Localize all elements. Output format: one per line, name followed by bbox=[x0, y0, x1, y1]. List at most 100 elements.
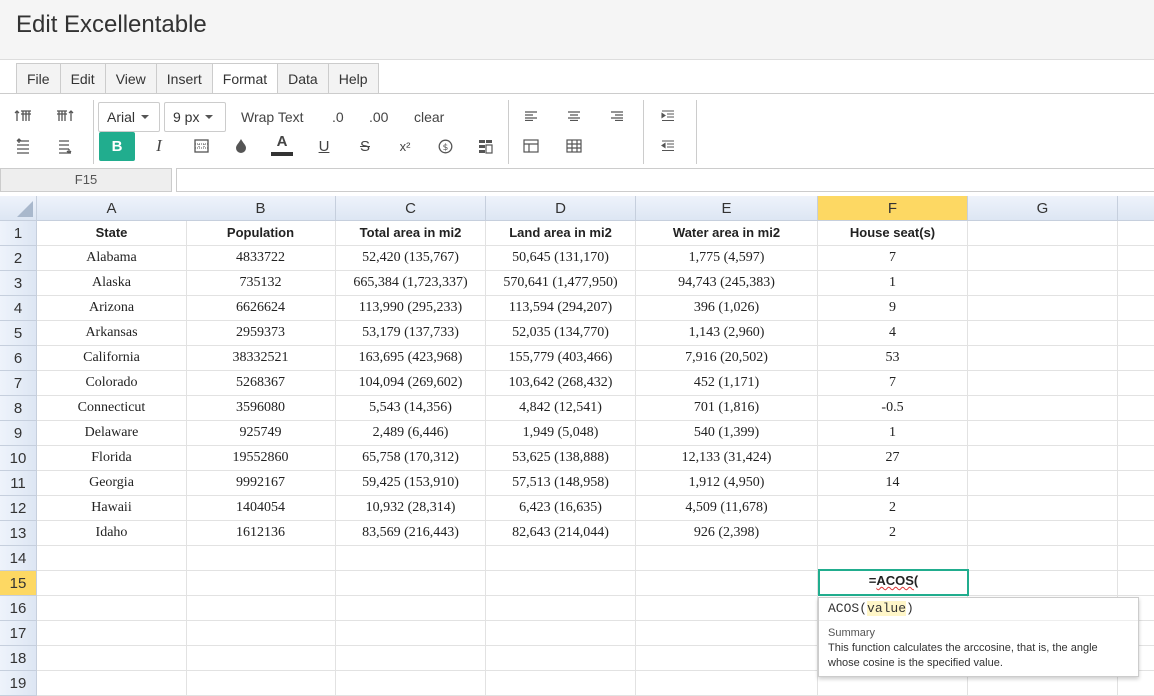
cell-d14[interactable] bbox=[486, 546, 636, 571]
superscript-button[interactable]: x² bbox=[388, 132, 422, 160]
cell-filler[interactable] bbox=[1118, 371, 1154, 396]
cell-d3[interactable]: 570,641 (1,477,950) bbox=[486, 271, 636, 296]
cell-g10[interactable] bbox=[968, 446, 1118, 471]
cell-filler[interactable] bbox=[1118, 321, 1154, 346]
cell-f9[interactable]: 1 bbox=[818, 421, 968, 446]
row-header-14[interactable]: 14 bbox=[0, 546, 37, 571]
cell-a7[interactable]: Colorado bbox=[37, 371, 187, 396]
increase-decimal-button[interactable]: .00 bbox=[369, 103, 388, 131]
cell-c17[interactable] bbox=[336, 621, 486, 646]
cell-e1[interactable]: Water area in mi2 bbox=[636, 221, 818, 246]
decrease-decimal-button[interactable]: .0 bbox=[332, 103, 344, 131]
column-header-c[interactable]: C bbox=[336, 196, 486, 221]
cell-f12[interactable]: 2 bbox=[818, 496, 968, 521]
cell-e10[interactable]: 12,133 (31,424) bbox=[636, 446, 818, 471]
align-right-icon[interactable] bbox=[600, 102, 634, 130]
border-icon[interactable] bbox=[184, 132, 218, 160]
cell-f7[interactable]: 7 bbox=[818, 371, 968, 396]
cell-d15[interactable] bbox=[486, 571, 636, 596]
menu-view[interactable]: View bbox=[106, 64, 157, 94]
cell-g15[interactable] bbox=[968, 571, 1118, 596]
name-box[interactable]: F15 bbox=[0, 168, 172, 192]
cell-e12[interactable]: 4,509 (11,678) bbox=[636, 496, 818, 521]
cell-g3[interactable] bbox=[968, 271, 1118, 296]
menu-insert[interactable]: Insert bbox=[157, 64, 213, 94]
cell-b18[interactable] bbox=[186, 646, 336, 671]
cell-filler[interactable] bbox=[1118, 546, 1154, 571]
cell-c3[interactable]: 665,384 (1,723,337) bbox=[336, 271, 486, 296]
row-header-1[interactable]: 1 bbox=[0, 221, 37, 246]
row-header-6[interactable]: 6 bbox=[0, 346, 37, 371]
row-header-16[interactable]: 16 bbox=[0, 596, 37, 621]
cell-a17[interactable] bbox=[37, 621, 187, 646]
row-header-13[interactable]: 13 bbox=[0, 521, 37, 546]
cell-b13[interactable]: 1612136 bbox=[186, 521, 336, 546]
cell-b6[interactable]: 38332521 bbox=[186, 346, 336, 371]
cell-e19[interactable] bbox=[636, 671, 818, 696]
cell-b1[interactable]: Population bbox=[186, 221, 336, 246]
insert-row-above-icon[interactable] bbox=[6, 102, 40, 130]
active-cell-editor[interactable]: =ACOS( bbox=[818, 569, 969, 596]
font-color-button[interactable]: A bbox=[265, 131, 299, 159]
cell-a8[interactable]: Connecticut bbox=[37, 396, 187, 421]
cell-f3[interactable]: 1 bbox=[818, 271, 968, 296]
cell-a1[interactable]: State bbox=[37, 221, 187, 246]
cell-a19[interactable] bbox=[37, 671, 187, 696]
merge-cells-icon[interactable] bbox=[514, 132, 548, 160]
cell-a4[interactable]: Arizona bbox=[37, 296, 187, 321]
cell-f1[interactable]: House seat(s) bbox=[818, 221, 968, 246]
cell-a6[interactable]: California bbox=[37, 346, 187, 371]
cell-filler[interactable] bbox=[1118, 571, 1154, 596]
column-header-e[interactable]: E bbox=[636, 196, 818, 221]
cell-e3[interactable]: 94,743 (245,383) bbox=[636, 271, 818, 296]
cell-a2[interactable]: Alabama bbox=[37, 246, 187, 271]
increase-indent-icon[interactable] bbox=[651, 102, 685, 130]
cell-d4[interactable]: 113,594 (294,207) bbox=[486, 296, 636, 321]
cell-c16[interactable] bbox=[336, 596, 486, 621]
cell-c11[interactable]: 59,425 (153,910) bbox=[336, 471, 486, 496]
cell-e13[interactable]: 926 (2,398) bbox=[636, 521, 818, 546]
cell-a3[interactable]: Alaska bbox=[37, 271, 187, 296]
cell-b15[interactable] bbox=[186, 571, 336, 596]
wrap-text-button[interactable]: Wrap Text bbox=[241, 103, 304, 131]
cell-f4[interactable]: 9 bbox=[818, 296, 968, 321]
cell-c4[interactable]: 113,990 (295,233) bbox=[336, 296, 486, 321]
row-header-4[interactable]: 4 bbox=[0, 296, 37, 321]
cell-b10[interactable]: 19552860 bbox=[186, 446, 336, 471]
cell-e4[interactable]: 396 (1,026) bbox=[636, 296, 818, 321]
cell-d6[interactable]: 155,779 (403,466) bbox=[486, 346, 636, 371]
row-header-19[interactable]: 19 bbox=[0, 671, 37, 696]
cell-filler[interactable] bbox=[1118, 346, 1154, 371]
cell-f6[interactable]: 53 bbox=[818, 346, 968, 371]
cell-filler[interactable] bbox=[1118, 496, 1154, 521]
cell-d9[interactable]: 1,949 (5,048) bbox=[486, 421, 636, 446]
cell-a12[interactable]: Hawaii bbox=[37, 496, 187, 521]
cell-f13[interactable]: 2 bbox=[818, 521, 968, 546]
cell-b17[interactable] bbox=[186, 621, 336, 646]
cell-e14[interactable] bbox=[636, 546, 818, 571]
cell-e17[interactable] bbox=[636, 621, 818, 646]
underline-button[interactable]: U bbox=[307, 132, 341, 160]
row-header-18[interactable]: 18 bbox=[0, 646, 37, 671]
cell-b5[interactable]: 2959373 bbox=[186, 321, 336, 346]
font-size-select[interactable]: 9 px bbox=[164, 102, 226, 132]
row-header-7[interactable]: 7 bbox=[0, 371, 37, 396]
cell-c2[interactable]: 52,420 (135,767) bbox=[336, 246, 486, 271]
cell-g13[interactable] bbox=[968, 521, 1118, 546]
cell-g6[interactable] bbox=[968, 346, 1118, 371]
cell-c15[interactable] bbox=[336, 571, 486, 596]
cell-filler[interactable] bbox=[1118, 471, 1154, 496]
cell-d10[interactable]: 53,625 (138,888) bbox=[486, 446, 636, 471]
cell-f14[interactable] bbox=[818, 546, 968, 571]
cell-filler[interactable] bbox=[1118, 246, 1154, 271]
cell-b14[interactable] bbox=[186, 546, 336, 571]
cell-filler[interactable] bbox=[1118, 446, 1154, 471]
cell-g11[interactable] bbox=[968, 471, 1118, 496]
cell-e18[interactable] bbox=[636, 646, 818, 671]
cell-f11[interactable]: 14 bbox=[818, 471, 968, 496]
cell-b9[interactable]: 925749 bbox=[186, 421, 336, 446]
cell-d17[interactable] bbox=[486, 621, 636, 646]
clear-format-button[interactable]: clear bbox=[414, 103, 444, 131]
cell-b19[interactable] bbox=[186, 671, 336, 696]
row-header-9[interactable]: 9 bbox=[0, 421, 37, 446]
